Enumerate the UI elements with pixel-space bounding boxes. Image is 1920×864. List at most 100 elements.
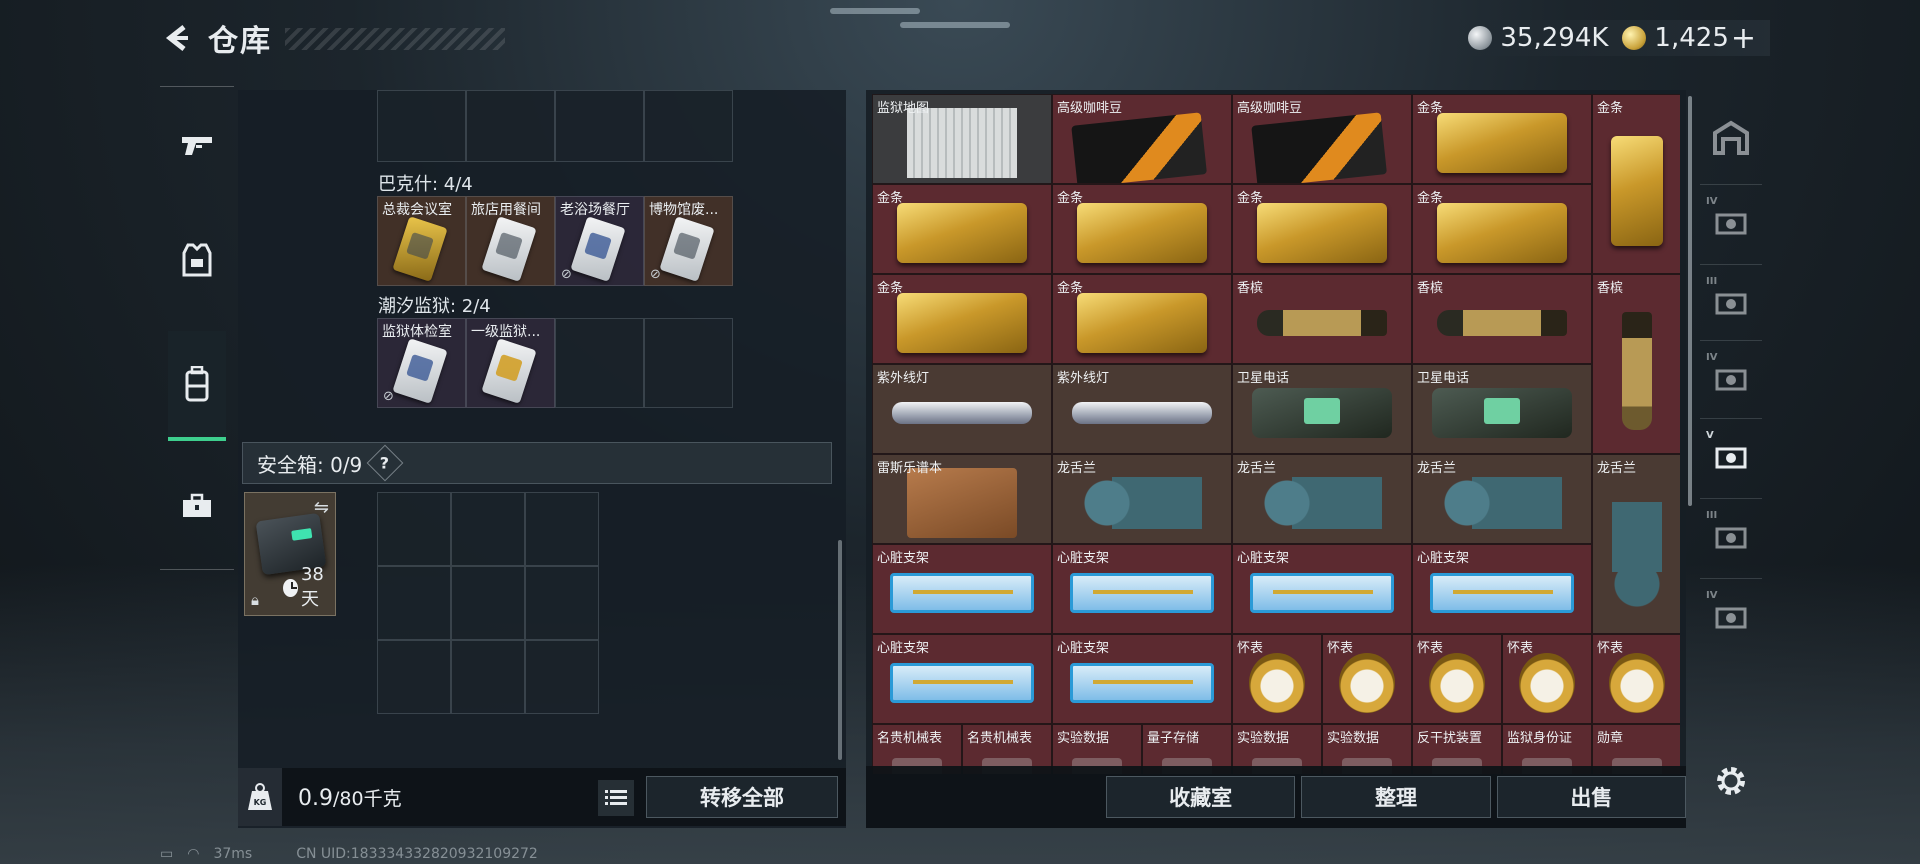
empty-slot[interactable] bbox=[466, 90, 555, 162]
item-name: 香槟 bbox=[1417, 281, 1444, 296]
warehouse-item[interactable]: 龙舌兰 bbox=[1592, 454, 1680, 634]
watch-icon bbox=[1429, 652, 1485, 713]
tier-label: IV bbox=[1706, 196, 1718, 207]
filter-tier4-b-button[interactable]: IV bbox=[1706, 352, 1754, 402]
item-name: 监狱地图 bbox=[877, 101, 930, 116]
item-category-icon bbox=[1715, 293, 1747, 315]
empty-slot[interactable] bbox=[377, 90, 466, 162]
warehouse-item[interactable]: 心脏支架 bbox=[1232, 544, 1412, 634]
filter-tier5-button[interactable]: V bbox=[1706, 430, 1754, 480]
silver-currency[interactable]: 35,294K bbox=[1468, 23, 1608, 53]
warehouse-item[interactable]: 心脏支架 bbox=[1052, 544, 1232, 634]
sell-button[interactable]: 出售 bbox=[1496, 776, 1686, 818]
warehouse-item[interactable]: 香槟 bbox=[1412, 274, 1592, 364]
keycard-slot[interactable]: 监狱体检室 ⊘ bbox=[377, 318, 466, 408]
list-view-button[interactable] bbox=[598, 780, 634, 816]
backpack-filter-button[interactable] bbox=[168, 331, 226, 441]
filter-tier3-a-button[interactable]: III bbox=[1706, 276, 1754, 326]
rail-divider bbox=[1700, 498, 1762, 499]
safe-box-item[interactable]: ⇋ 🔒︎ 38天 bbox=[244, 492, 336, 616]
safe-slot[interactable] bbox=[377, 492, 451, 566]
safe-slot[interactable] bbox=[451, 566, 525, 640]
warehouse-item[interactable]: 金条 bbox=[1052, 184, 1232, 274]
empty-slot[interactable] bbox=[555, 318, 644, 408]
warehouse-item[interactable]: 金条 bbox=[872, 184, 1052, 274]
safe-slot[interactable] bbox=[525, 566, 599, 640]
coffee-icon bbox=[1251, 111, 1387, 183]
warehouse-item[interactable]: 怀表 bbox=[1232, 634, 1322, 724]
warehouse-item[interactable]: 怀表 bbox=[1412, 634, 1502, 724]
champ-icon bbox=[1622, 312, 1652, 431]
warehouse-item[interactable]: 香槟 bbox=[1232, 274, 1412, 364]
warehouse-item[interactable]: 高级咖啡豆 bbox=[1052, 94, 1232, 184]
warehouse-item[interactable]: 金条 bbox=[1412, 184, 1592, 274]
safe-slot[interactable] bbox=[377, 566, 451, 640]
warehouse-item[interactable]: 紫外线灯 bbox=[872, 364, 1052, 454]
header: 仓库 bbox=[160, 18, 272, 59]
item-name: 心脏支架 bbox=[1057, 641, 1110, 656]
keycard-name: 总裁会议室 bbox=[382, 202, 452, 218]
warehouse-item[interactable]: 金条 bbox=[1052, 274, 1232, 364]
warehouse-item[interactable]: 龙舌兰 bbox=[1052, 454, 1232, 544]
item-name: 监狱身份证 bbox=[1507, 731, 1573, 746]
item-name: 龙舌兰 bbox=[1237, 461, 1277, 476]
keycard-slot[interactable]: 一级监狱... bbox=[466, 318, 555, 408]
armor-filter-button[interactable] bbox=[168, 205, 226, 315]
warehouse-item[interactable]: 龙舌兰 bbox=[1412, 454, 1592, 544]
help-icon[interactable]: ? bbox=[366, 444, 404, 482]
transfer-all-button[interactable]: 转移全部 bbox=[646, 776, 838, 818]
filter-all-button[interactable] bbox=[1708, 114, 1754, 160]
keycard-slot[interactable]: 老浴场餐厅 ⊘ bbox=[555, 196, 644, 286]
filter-tier4-c-button[interactable]: IV bbox=[1706, 590, 1754, 640]
safe-slot[interactable] bbox=[451, 640, 525, 714]
back-button[interactable] bbox=[160, 21, 194, 55]
warehouse-item[interactable]: 金条 bbox=[872, 274, 1052, 364]
safe-slot[interactable] bbox=[525, 640, 599, 714]
collection-room-button[interactable]: 收藏室 bbox=[1106, 776, 1296, 818]
warehouse-item[interactable]: 雷斯乐谱本 bbox=[872, 454, 1052, 544]
warehouse-scrollbar[interactable] bbox=[1688, 96, 1692, 506]
safe-slot[interactable] bbox=[451, 492, 525, 566]
filter-tier3-b-button[interactable]: III bbox=[1706, 510, 1754, 560]
organize-button[interactable]: 整理 bbox=[1301, 776, 1491, 818]
settings-button[interactable] bbox=[1708, 758, 1754, 804]
warehouse-item[interactable]: 心脏支架 bbox=[1052, 634, 1232, 724]
warehouse-item[interactable]: 金条 bbox=[1592, 94, 1680, 274]
safe-slot[interactable] bbox=[377, 640, 451, 714]
warehouse-item[interactable]: 怀表 bbox=[1322, 634, 1412, 724]
weapon-filter-button[interactable] bbox=[168, 91, 226, 201]
empty-slot[interactable] bbox=[555, 90, 644, 162]
warehouse-item[interactable]: 高级咖啡豆 bbox=[1232, 94, 1412, 184]
warehouse-item[interactable]: 金条 bbox=[1232, 184, 1412, 274]
keycard-name: 监狱体检室 bbox=[382, 324, 452, 340]
warehouse-item[interactable]: 卫星电话 bbox=[1232, 364, 1412, 454]
add-currency-button[interactable]: + bbox=[1731, 21, 1756, 56]
stent-icon bbox=[890, 572, 1034, 613]
keycard-slot[interactable]: 博物馆废... ⊘ bbox=[644, 196, 733, 286]
warehouse-item[interactable]: 紫外线灯 bbox=[1052, 364, 1232, 454]
warehouse-item[interactable]: 监狱地图 bbox=[872, 94, 1052, 184]
warehouse-item[interactable]: 怀表 bbox=[1592, 634, 1680, 724]
no-carry-icon: ⊘ bbox=[561, 267, 572, 282]
backpack-scrollbar[interactable] bbox=[838, 540, 842, 760]
warehouse-item[interactable]: 金条 bbox=[1412, 94, 1592, 184]
warehouse-item[interactable]: 卫星电话 bbox=[1412, 364, 1592, 454]
gold-currency[interactable]: 1,425 + bbox=[1622, 21, 1756, 56]
keycard-slot[interactable]: 总裁会议室 bbox=[377, 196, 466, 286]
warehouse-item[interactable]: 香槟 bbox=[1592, 274, 1680, 454]
empty-slot[interactable] bbox=[644, 318, 733, 408]
warehouse-item[interactable]: 龙舌兰 bbox=[1232, 454, 1412, 544]
keycard-slot[interactable]: 旅店用餐间 bbox=[466, 196, 555, 286]
warehouse-item[interactable]: 心脏支架 bbox=[1412, 544, 1592, 634]
filter-tier4-a-button[interactable]: IV bbox=[1706, 196, 1754, 246]
warehouse-item[interactable]: 怀表 bbox=[1502, 634, 1592, 724]
bakshi-keycard-grid: 总裁会议室 旅店用餐间 老浴场餐厅 ⊘ 博物馆废... ⊘ bbox=[377, 196, 733, 286]
warehouse-item[interactable]: 心脏支架 bbox=[872, 544, 1052, 634]
safe-slot[interactable] bbox=[525, 492, 599, 566]
case-filter-button[interactable] bbox=[168, 451, 226, 561]
wifi-icon: ◠ bbox=[187, 846, 200, 862]
stent-icon bbox=[1250, 572, 1394, 613]
timer-text: 38天 bbox=[300, 564, 324, 610]
empty-slot[interactable] bbox=[644, 90, 733, 162]
warehouse-item[interactable]: 心脏支架 bbox=[872, 634, 1052, 724]
